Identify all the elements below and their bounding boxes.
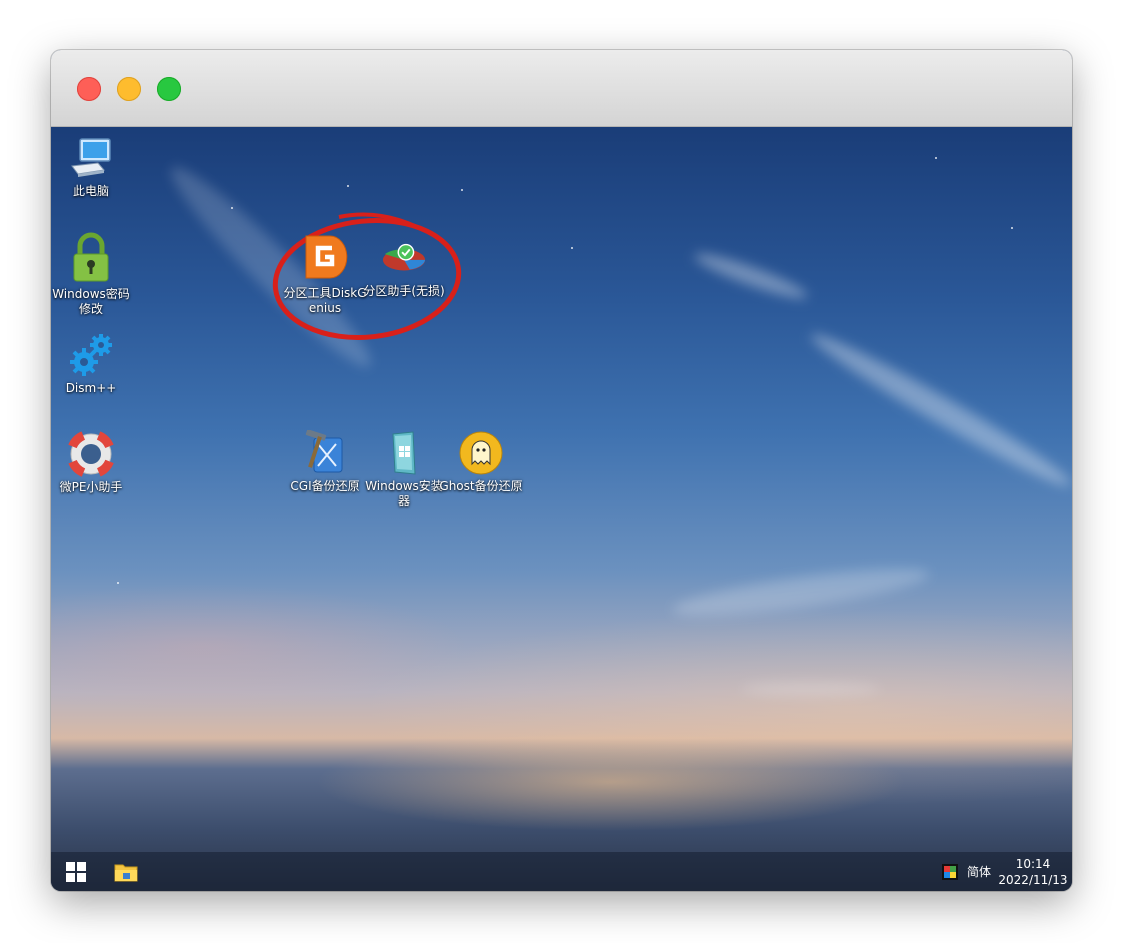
ghost-icon <box>459 431 503 475</box>
computer-icon <box>71 138 111 177</box>
partition-assistant-icon <box>382 243 426 271</box>
language-indicator[interactable]: 简体 <box>965 852 993 891</box>
app-window: 此电脑 Windows密码修改 Dism++ 微PE小助手 分区工具DiskGe… <box>51 50 1072 891</box>
desktop-icon-this-pc[interactable]: 此电脑 <box>51 135 133 199</box>
desktop-icon-label: 分区工具DiskGenius <box>283 286 367 315</box>
diskgenius-icon <box>305 235 348 279</box>
color-square-icon <box>942 863 958 880</box>
desktop-icon-label: 此电脑 <box>72 184 109 198</box>
windows-installer-icon <box>392 431 416 475</box>
start-button[interactable] <box>55 852 97 891</box>
windows-logo-icon <box>66 861 86 882</box>
taskbar: 简体 10:14 2022/11/13 <box>51 852 1072 891</box>
desktop-icon-label: Dism++ <box>65 381 117 395</box>
desktop-icon-diskgenius[interactable]: 分区工具DiskGenius <box>283 231 367 316</box>
desktop-icon-label: Windows安装器 <box>365 479 443 508</box>
desktop-icon-label: Ghost备份还原 <box>439 479 523 493</box>
desktop-icon-wepe-helper[interactable]: 微PE小助手 <box>51 431 133 495</box>
padlock-icon <box>73 232 109 282</box>
close-button[interactable] <box>77 77 101 101</box>
cgi-backup-icon <box>305 430 343 473</box>
desktop-icon-cgi-backup[interactable]: CGI备份还原 <box>283 430 367 494</box>
gears-icon <box>70 334 112 376</box>
lifebuoy-icon <box>68 431 114 477</box>
file-explorer-icon <box>114 864 138 881</box>
cloud-streak <box>691 247 811 305</box>
desktop-icon-dism[interactable]: Dism++ <box>51 332 133 396</box>
cloud-streak <box>670 559 932 625</box>
desktop-icon-partition-assistant[interactable]: 分区助手(无损) <box>362 235 446 299</box>
desktop-icon-windows-installer[interactable]: Windows安装器 <box>362 430 446 509</box>
cloud-streak <box>804 323 1072 497</box>
clock[interactable]: 10:14 2022/11/13 <box>996 852 1070 891</box>
input-method-indicator[interactable] <box>937 852 963 891</box>
file-explorer-button[interactable] <box>105 852 147 891</box>
cloud-streak <box>741 682 881 696</box>
desktop-icon-label: Windows密码修改 <box>52 287 130 316</box>
clock-time: 10:14 <box>1015 856 1051 871</box>
desktop-icon-password-reset[interactable]: Windows密码修改 <box>51 232 133 317</box>
title-bar <box>51 50 1072 127</box>
clock-date: 2022/11/13 <box>998 872 1068 887</box>
desktop-icon-label: 分区助手(无损) <box>363 284 445 298</box>
maximize-button[interactable] <box>157 77 181 101</box>
desktop-icon-label: CGI备份还原 <box>290 479 360 493</box>
desktop: 此电脑 Windows密码修改 Dism++ 微PE小助手 分区工具DiskGe… <box>51 127 1072 891</box>
minimize-button[interactable] <box>117 77 141 101</box>
desktop-icon-ghost[interactable]: Ghost备份还原 <box>439 430 523 494</box>
desktop-icon-label: 微PE小助手 <box>59 480 123 494</box>
